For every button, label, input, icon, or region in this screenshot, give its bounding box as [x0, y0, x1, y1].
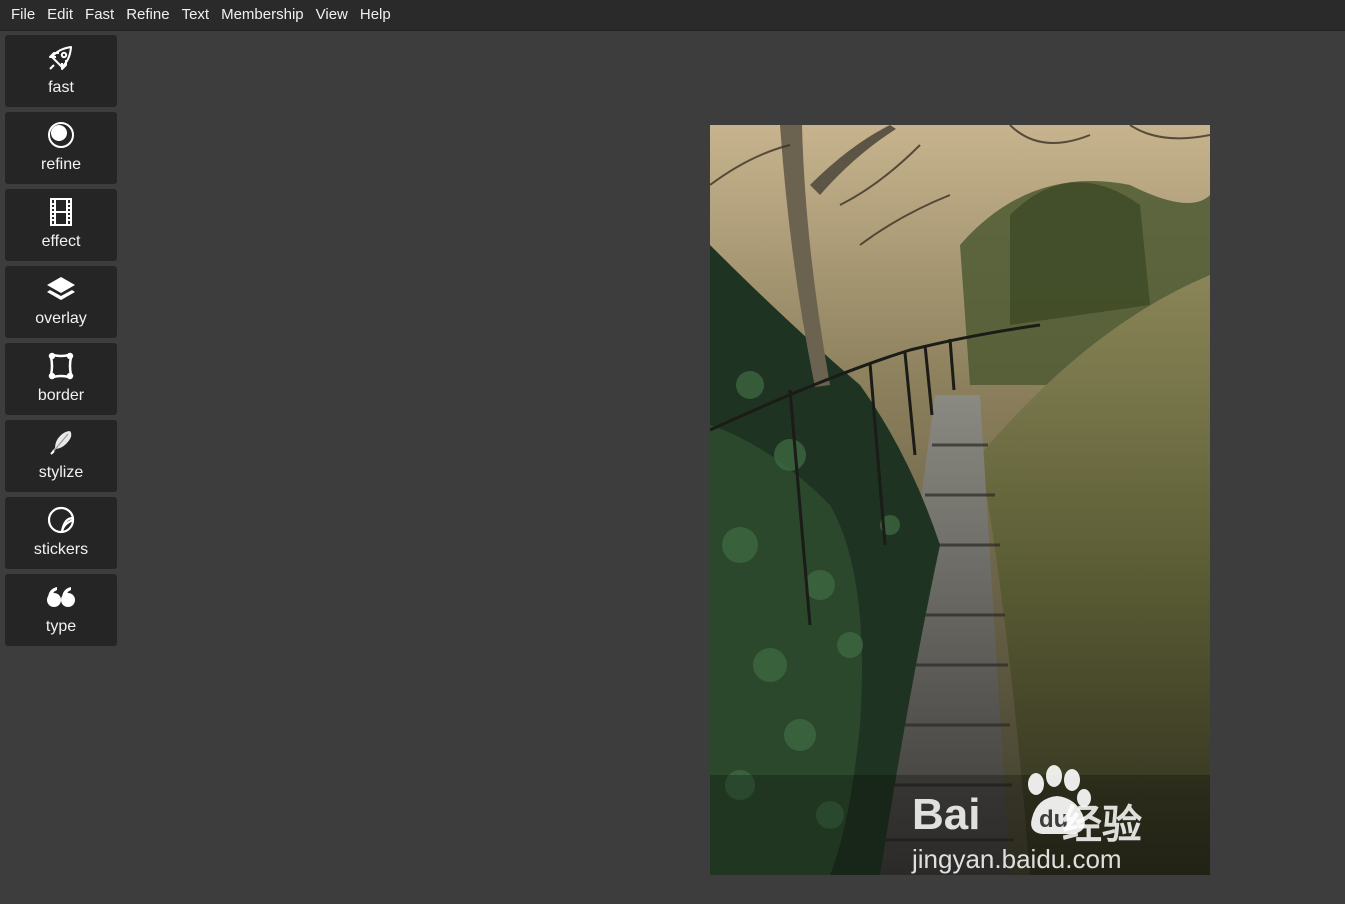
- tool-refine-label: refine: [40, 156, 82, 173]
- watermark-brand-bai: Bai: [912, 790, 981, 839]
- menu-membership[interactable]: Membership: [215, 0, 310, 30]
- menu-help[interactable]: Help: [354, 0, 397, 30]
- tool-stylize-button[interactable]: stylize: [5, 420, 117, 492]
- menu-text[interactable]: Text: [176, 0, 216, 30]
- tool-overlay-button[interactable]: overlay: [5, 266, 117, 338]
- menu-refine[interactable]: Refine: [120, 0, 175, 30]
- menu-fast[interactable]: Fast: [79, 0, 120, 30]
- tool-refine-button[interactable]: refine: [5, 112, 117, 184]
- tool-effect-label: effect: [41, 233, 81, 250]
- tool-border-button[interactable]: border: [5, 343, 117, 415]
- film-icon: [45, 196, 77, 228]
- tool-stylize-label: stylize: [38, 464, 84, 481]
- circles-icon: [45, 119, 77, 151]
- feather-icon: [45, 427, 77, 459]
- tool-fast-label: fast: [48, 79, 74, 96]
- frame-icon: [45, 350, 77, 382]
- menu-edit[interactable]: Edit: [41, 0, 79, 30]
- menu-view[interactable]: View: [310, 0, 354, 30]
- tool-stickers-button[interactable]: stickers: [5, 497, 117, 569]
- tool-fast-button[interactable]: fast: [5, 35, 117, 107]
- tool-stickers-label: stickers: [33, 541, 89, 558]
- watermark-brand-cn: 经验: [1062, 803, 1142, 847]
- tool-sidebar: fast refine effect overlay border styliz…: [5, 35, 117, 651]
- quote-icon: [45, 581, 77, 613]
- menu-bar: File Edit Fast Refine Text Membership Vi…: [0, 0, 1345, 31]
- rocket-icon: [45, 42, 77, 74]
- sticker-icon: [45, 504, 77, 536]
- menu-file[interactable]: File: [0, 0, 41, 30]
- layers-icon: [45, 273, 77, 305]
- tool-overlay-label: overlay: [35, 310, 87, 327]
- tool-border-label: border: [37, 387, 85, 404]
- tool-effect-button[interactable]: effect: [5, 189, 117, 261]
- watermark-url: jingyan.baidu.com: [912, 844, 1122, 874]
- tool-type-label: type: [45, 618, 77, 635]
- tool-type-button[interactable]: type: [5, 574, 117, 646]
- baidu-watermark: Bai du 经验 jingyan.baidu.com: [912, 760, 1162, 880]
